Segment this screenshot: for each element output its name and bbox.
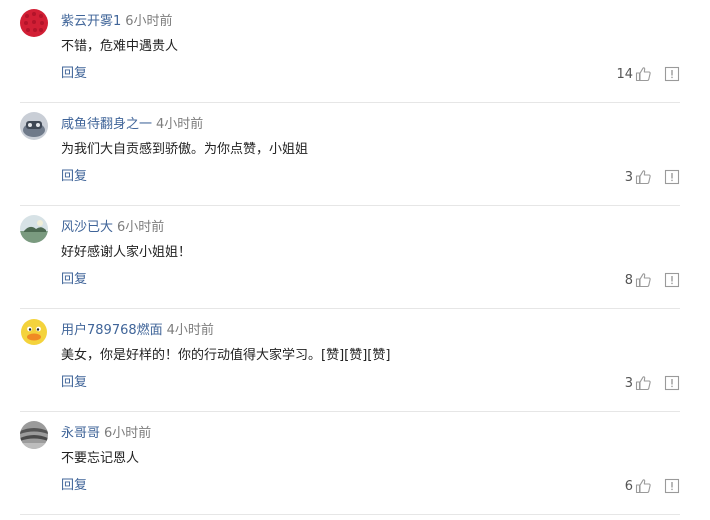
comment-item: 风沙已大 6小时前 好好感谢人家小姐姐！ 回复 8 — [20, 206, 680, 309]
reply-button[interactable]: 回复 — [61, 477, 87, 495]
comment-item: 紫云开雾1 6小时前 不错，危难中遇贵人 回复 14 — [20, 0, 680, 103]
comment-item: 用户789768燃面 4小时前 美女，你是好样的！你的行动值得大家学习。[赞][赞… — [20, 309, 680, 412]
like-count: 6 — [624, 478, 633, 494]
timestamp: 6小时前 — [117, 220, 165, 235]
comment-actions: 3 — [625, 373, 680, 393]
report-icon[interactable] — [664, 66, 680, 82]
thumbs-up-icon[interactable] — [635, 169, 651, 185]
thumbs-up-icon[interactable] — [635, 272, 651, 288]
comment-actions: 14 — [616, 64, 680, 84]
comment-text: 为我们大自贡感到骄傲。为你点赞，小姐姐 — [61, 142, 309, 157]
like-count: 14 — [616, 66, 633, 82]
comment-item: 永哥哥 6小时前 不要忘记恩人 回复 6 — [20, 412, 680, 515]
like-count: 3 — [624, 169, 633, 185]
comment-list: 紫云开雾1 6小时前 不错，危难中遇贵人 回复 14 咸鱼待翻身之一 4小时前 为我… — [0, 0, 710, 515]
comment-meta: 用户789768燃面 4小时前 — [61, 322, 214, 340]
username[interactable]: 咸鱼待翻身之一 — [61, 117, 152, 132]
timestamp: 4小时前 — [166, 323, 214, 338]
username[interactable]: 紫云开雾1 — [61, 14, 121, 29]
comment-text: 不要忘记恩人 — [61, 451, 140, 466]
comment-meta: 风沙已大 6小时前 — [61, 219, 164, 237]
report-icon[interactable] — [664, 272, 680, 288]
report-icon[interactable] — [664, 478, 680, 494]
timestamp: 6小时前 — [104, 426, 152, 441]
timestamp: 6小时前 — [125, 14, 173, 29]
report-icon[interactable] — [664, 169, 680, 185]
username[interactable]: 永哥哥 — [61, 426, 100, 441]
reply-button[interactable]: 回复 — [61, 374, 87, 392]
comment-actions: 6 — [625, 476, 680, 496]
comment-actions: 3 — [625, 167, 680, 187]
avatar[interactable] — [20, 112, 48, 140]
comment-text: 好好感谢人家小姐姐！ — [61, 245, 192, 260]
comment-actions: 8 — [625, 270, 680, 290]
comment-meta: 咸鱼待翻身之一 4小时前 — [61, 116, 203, 134]
report-icon[interactable] — [664, 375, 680, 391]
thumbs-up-icon[interactable] — [635, 478, 651, 494]
avatar[interactable] — [20, 421, 48, 449]
reply-button[interactable]: 回复 — [61, 271, 87, 289]
avatar[interactable] — [20, 318, 48, 346]
comment-item: 咸鱼待翻身之一 4小时前 为我们大自贡感到骄傲。为你点赞，小姐姐 回复 3 — [20, 103, 680, 206]
avatar[interactable] — [20, 9, 48, 37]
comment-meta: 紫云开雾1 6小时前 — [61, 13, 173, 31]
like-count: 8 — [624, 272, 633, 288]
avatar[interactable] — [20, 215, 48, 243]
comment-text: 美女，你是好样的！你的行动值得大家学习。[赞][赞][赞] — [61, 348, 391, 363]
like-count: 3 — [624, 375, 633, 391]
reply-button[interactable]: 回复 — [61, 65, 87, 83]
username[interactable]: 用户789768燃面 — [61, 323, 163, 338]
username[interactable]: 风沙已大 — [61, 220, 113, 235]
timestamp: 4小时前 — [156, 117, 204, 132]
reply-button[interactable]: 回复 — [61, 168, 87, 186]
thumbs-up-icon[interactable] — [635, 66, 651, 82]
comment-text: 不错，危难中遇贵人 — [61, 39, 179, 54]
comment-meta: 永哥哥 6小时前 — [61, 425, 151, 443]
thumbs-up-icon[interactable] — [635, 375, 651, 391]
